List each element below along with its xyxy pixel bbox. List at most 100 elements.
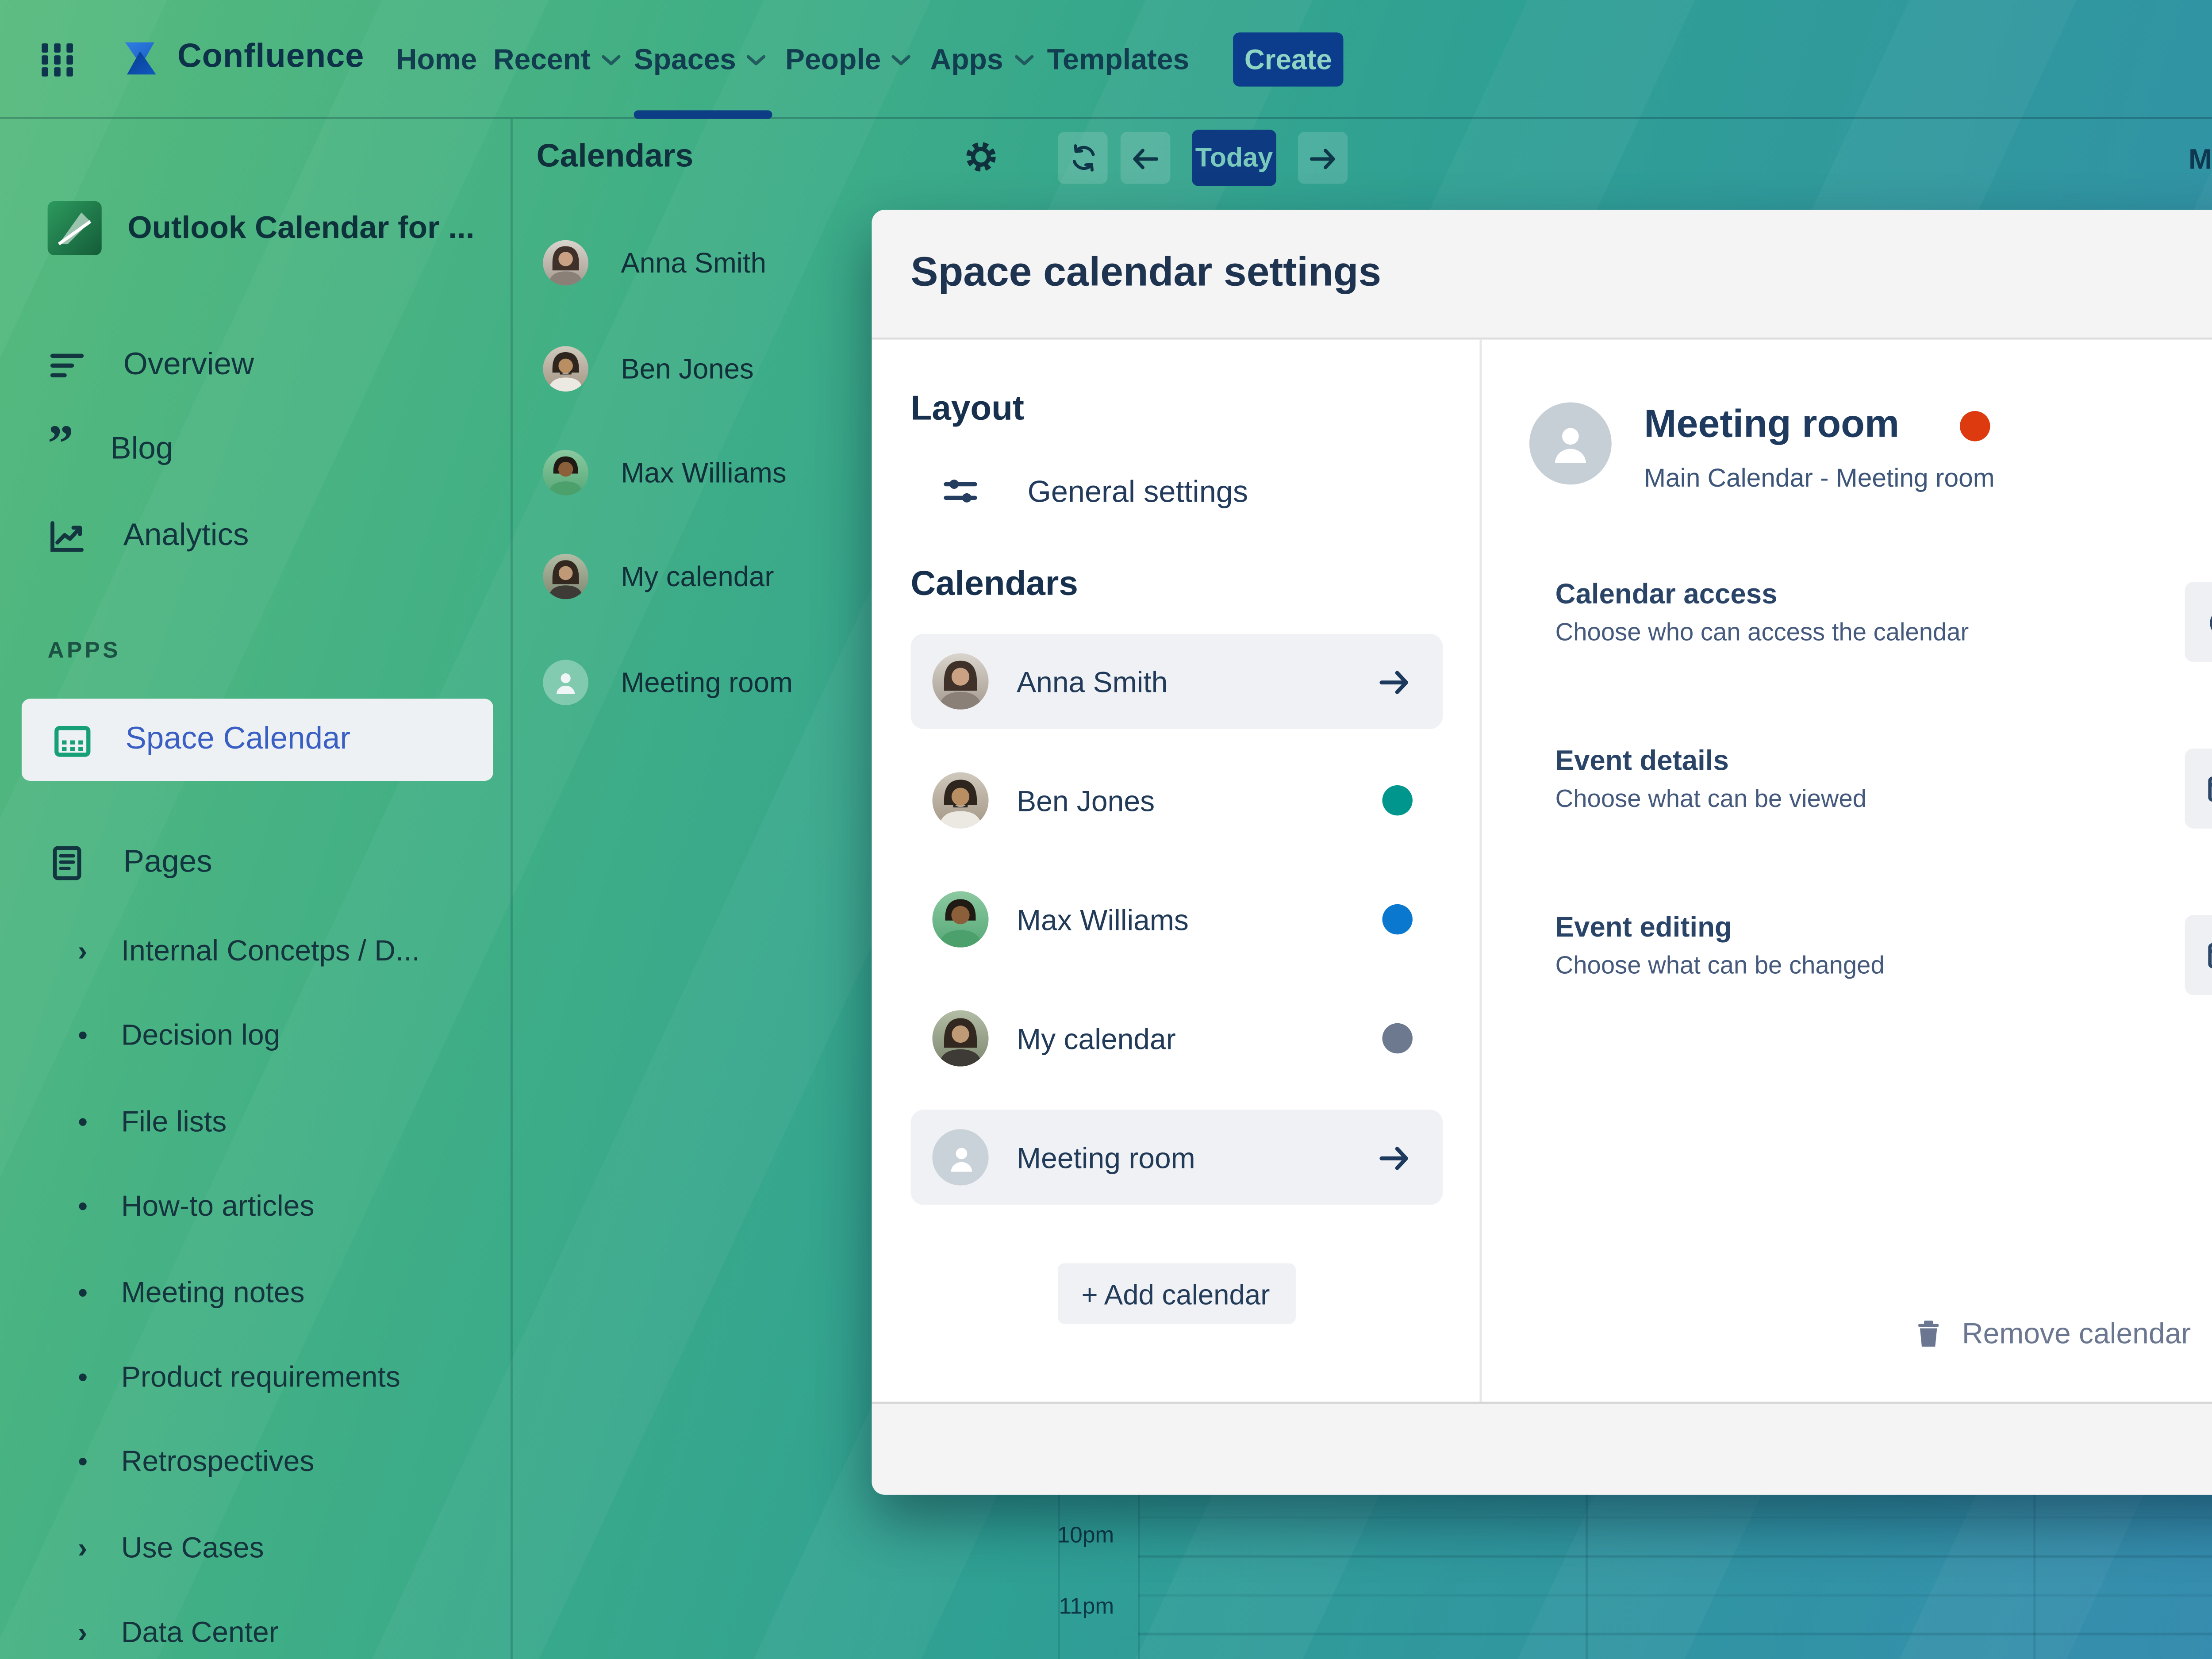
nav-spaces[interactable]: Spaces <box>634 0 767 117</box>
analytics-icon <box>48 517 87 556</box>
app-switcher-icon[interactable] <box>39 41 76 78</box>
calendar-add-icon <box>2206 771 2212 806</box>
modal-calendar-row-meeting-room[interactable]: Meeting room <box>911 1110 1443 1205</box>
calendar-name: Meeting room <box>1644 402 1899 448</box>
setting-description: Choose what can be viewed <box>1555 787 1866 814</box>
avatar <box>543 239 588 284</box>
avatar <box>932 891 988 948</box>
page-item-retrospectives[interactable]: •Retrospectives <box>0 1428 513 1493</box>
bullet-icon: • <box>78 1444 121 1476</box>
time-label-11pm: 11pm <box>984 1594 1114 1621</box>
calendar-subtitle: Main Calendar - Meeting room <box>1644 463 1995 493</box>
globe-icon <box>2206 605 2212 639</box>
apps-section-heading: APPS <box>48 638 121 664</box>
modal-right-panel: Meeting room Main Calendar - Meeting roo… <box>1482 340 2212 1402</box>
space-sidebar: Outlook Calendar for ... Overview ” Blog… <box>0 119 513 1659</box>
sliders-icon <box>941 472 980 511</box>
page-item-meeting-notes[interactable]: •Meeting notes <box>0 1259 513 1324</box>
sidebar-item-overview[interactable]: Overview <box>0 324 513 407</box>
event-details-dropdown[interactable]: Title and location <box>2185 749 2212 829</box>
arrow-right-icon <box>1306 142 1339 174</box>
modal-calendar-row-my-calendar[interactable]: My calendar <box>911 991 1443 1086</box>
page-item-file-lists[interactable]: •File lists <box>0 1088 513 1153</box>
remove-calendar-button[interactable]: Remove calendar <box>1912 1317 2191 1350</box>
avatar <box>932 772 988 829</box>
page-item-decision-log[interactable]: •Decision log <box>0 1002 513 1067</box>
color-dot <box>1382 785 1412 815</box>
bullet-icon: • <box>78 1359 121 1392</box>
person-icon <box>1529 402 1612 484</box>
calendar-detail-header: Meeting room Main Calendar - Meeting roo… <box>1529 402 2212 493</box>
calendars-panel-title: Calendars <box>537 138 694 175</box>
nav-people[interactable]: People <box>785 0 911 117</box>
setting-description: Choose who can access the calendar <box>1555 621 1969 647</box>
setting-row-event-editing: Event editing Choose what can be changed… <box>1529 911 2212 995</box>
event-editing-dropdown[interactable]: Send meeting re... <box>2185 915 2212 995</box>
arrow-right-icon <box>1376 663 1413 700</box>
chevron-right-icon: › <box>78 1615 121 1647</box>
bullet-icon: • <box>78 1018 121 1050</box>
space-name: Outlook Calendar for ... <box>127 211 474 246</box>
person-icon <box>932 1129 988 1185</box>
create-button[interactable]: Create <box>1233 32 1343 86</box>
avatar <box>543 553 588 598</box>
modal-calendar-row-anna-smith[interactable]: Anna Smith <box>911 634 1443 729</box>
space-header[interactable]: Outlook Calendar for ... <box>48 201 480 255</box>
sidebar-item-pages[interactable]: Pages <box>0 822 513 904</box>
space-calendar-icon <box>52 719 93 760</box>
modal-calendar-row-max-williams[interactable]: Max Williams <box>911 872 1443 967</box>
nav-recent[interactable]: Recent <box>493 0 621 117</box>
bullet-icon: • <box>78 1275 121 1307</box>
bullet-icon: • <box>78 1189 121 1221</box>
avatar <box>543 449 588 495</box>
modal-left-column: Layout General settings Calendars Anna S… <box>872 340 1482 1402</box>
sidebar-item-analytics[interactable]: Analytics <box>0 495 513 578</box>
today-button[interactable]: Today <box>1192 130 1276 186</box>
overview-icon <box>48 346 87 385</box>
color-dot <box>1382 1023 1412 1053</box>
page-item-internal-concetps[interactable]: ›Internal Concetps / D... <box>0 917 513 982</box>
active-nav-indicator <box>634 110 772 119</box>
nav-home[interactable]: Home <box>396 0 477 117</box>
modal-header: Space calendar settings <box>872 210 2212 339</box>
add-calendar-button[interactable]: + Add calendar <box>1057 1263 1295 1324</box>
modal-title: Space calendar settings <box>911 250 1382 298</box>
person-icon <box>543 659 588 704</box>
modal-calendar-row-ben-jones[interactable]: Ben Jones <box>911 753 1443 848</box>
blog-icon: ” <box>48 435 74 465</box>
pages-icon <box>48 844 87 883</box>
chevron-right-icon: › <box>78 1530 121 1563</box>
sidebar-item-space-calendar[interactable]: Space Calendar <box>22 699 493 781</box>
setting-row-calendar-access: Calendar access Choose who can access th… <box>1529 578 2212 662</box>
bullet-icon: • <box>78 1104 121 1137</box>
space-logo-icon <box>48 201 102 255</box>
confluence-logo[interactable]: Confluence <box>117 35 364 82</box>
page-item-how-to-articles[interactable]: •How-to articles <box>0 1172 513 1237</box>
calendar-access-dropdown[interactable]: Shared permissi... <box>2185 582 2212 662</box>
avatar <box>543 345 588 391</box>
time-label-10pm: 10pm <box>984 1523 1114 1549</box>
avatar <box>932 1010 988 1066</box>
previous-button[interactable] <box>1121 132 1170 184</box>
nav-templates[interactable]: Templates <box>1047 0 1190 117</box>
next-button[interactable] <box>1298 132 1348 184</box>
setting-label: Calendar access <box>1555 578 1969 610</box>
page-item-product-requirements[interactable]: •Product requirements <box>0 1343 513 1408</box>
nav-apps[interactable]: Apps <box>930 0 1033 117</box>
confluence-app: Confluence Home Recent Spaces People App… <box>0 0 2212 1659</box>
confluence-logo-icon <box>117 35 165 82</box>
chevron-right-icon: › <box>78 933 121 966</box>
sidebar-item-blog[interactable]: ” Blog <box>0 409 513 491</box>
page-item-use-cases[interactable]: ›Use Cases <box>0 1514 513 1579</box>
chevron-down-icon <box>747 54 766 67</box>
calendars-settings-gear-icon[interactable] <box>963 138 999 175</box>
trash-icon <box>1912 1317 1944 1350</box>
refresh-button[interactable] <box>1058 132 1107 184</box>
general-settings-item[interactable]: General settings <box>911 472 1441 511</box>
chevron-down-icon <box>892 54 911 67</box>
modal-footer: Submit Cancel <box>872 1402 2212 1494</box>
page-item-data-center[interactable]: ›Data Center <box>0 1598 513 1659</box>
setting-description: Choose what can be changed <box>1555 954 1885 980</box>
calendar-add-icon <box>2206 938 2212 972</box>
arrow-left-icon <box>1129 142 1161 174</box>
